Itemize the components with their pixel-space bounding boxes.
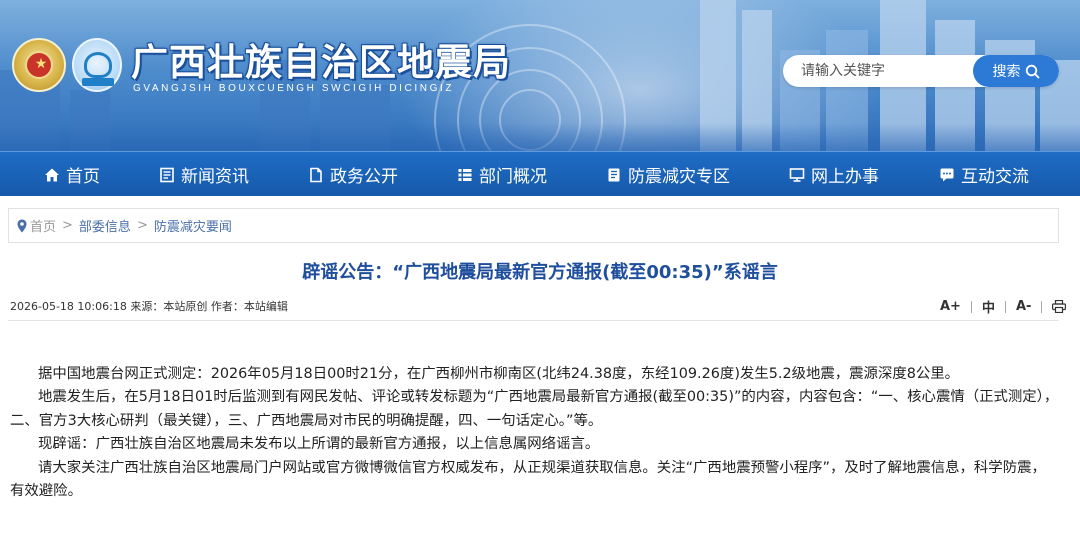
home-icon bbox=[45, 168, 59, 181]
nav-item-label: 政务公开 bbox=[330, 167, 398, 187]
search-button-label: 搜索 bbox=[992, 64, 1021, 80]
header-banner: ★ 广西壮族自治区地震局 GVANGJSIH BOUXCUENGH SWCIGI… bbox=[0, 0, 1080, 151]
nav-item-government-affairs[interactable]: 政务公开 bbox=[308, 152, 398, 197]
nav-item-department-overview[interactable]: 部门概况 bbox=[457, 152, 547, 197]
location-pin-icon bbox=[17, 219, 27, 232]
nav-item-home[interactable]: 首页 bbox=[44, 152, 100, 197]
banner-bottom-band bbox=[0, 123, 1080, 151]
nav-item-label: 互动交流 bbox=[961, 167, 1029, 187]
breadcrumb-link-ministry-info[interactable]: 部委信息 bbox=[79, 216, 131, 235]
nav-item-label: 新闻资讯 bbox=[181, 167, 249, 187]
nav-item-news[interactable]: 新闻资讯 bbox=[159, 152, 249, 197]
article-tools: A+ 中 A- bbox=[940, 297, 1067, 316]
breadcrumb: 首页 > 部委信息 > 防震减灾要闻 bbox=[8, 208, 1059, 243]
chat-icon bbox=[940, 168, 954, 181]
breadcrumb-separator: > bbox=[62, 218, 73, 233]
print-icon[interactable] bbox=[1052, 300, 1067, 313]
font-medium-button[interactable]: 中 bbox=[982, 297, 995, 316]
article-paragraph: 地震发生后，在5月18日01时后监测到有网民发帖、评论或转发标题为“广西地震局最… bbox=[10, 389, 1059, 429]
monitor-icon bbox=[789, 167, 805, 182]
book-icon bbox=[608, 168, 620, 181]
earthquake-bureau-logo-icon bbox=[72, 38, 122, 92]
tool-divider bbox=[1004, 300, 1006, 313]
nav-item-online-services[interactable]: 网上办事 bbox=[789, 152, 879, 197]
article-paragraph: 据中国地震台网正式测定：2026年05月18日00时21分，在广西柳州市柳南区(… bbox=[38, 366, 960, 382]
search-icon bbox=[1025, 64, 1039, 78]
list-icon bbox=[458, 168, 472, 181]
search-box: 搜索 bbox=[783, 55, 1059, 87]
document-icon bbox=[310, 167, 322, 182]
nav-item-label: 部门概况 bbox=[479, 167, 547, 187]
meta-divider bbox=[8, 320, 1059, 321]
breadcrumb-link-disaster-news[interactable]: 防震减灾要闻 bbox=[154, 216, 232, 235]
breadcrumb-home-link[interactable]: 首页 bbox=[30, 216, 56, 235]
national-emblem-icon: ★ bbox=[12, 38, 66, 92]
article-paragraph: 现辟谣：广西壮族自治区地震局未发布以上所谓的最新官方通报，以上信息属网络谣言。 bbox=[38, 436, 600, 453]
nav-item-label: 防震减灾专区 bbox=[628, 167, 730, 187]
tool-divider bbox=[1041, 300, 1043, 313]
article-paragraph: 请大家关注广西壮族自治区地震局门户网站或官方微博微信官方权威发布，从正规渠道获取… bbox=[10, 459, 1046, 500]
breadcrumb-separator: > bbox=[136, 218, 148, 233]
search-button[interactable]: 搜索 bbox=[973, 55, 1059, 87]
article-meta: 2026-05-18 10:06:18 来源：本站原创 作者：本站编辑 bbox=[10, 300, 288, 313]
font-larger-button[interactable]: A+ bbox=[940, 299, 961, 314]
main-nav: 首页 新闻资讯 政务公开 部门概况 防震减灾专区 网上办事 互动交流 bbox=[0, 151, 1080, 196]
site-title: 广西壮族自治区地震局 bbox=[131, 41, 511, 84]
article-title: 辟谣公告：“广西地震局最新官方通报(截至00:35)”系谣言 bbox=[302, 262, 778, 283]
tool-divider bbox=[970, 300, 972, 313]
article-body: 据中国地震台网正式测定：2026年05月18日00时21分，在广西柳州市柳南区(… bbox=[10, 363, 1060, 503]
nav-item-label: 网上办事 bbox=[811, 167, 879, 187]
nav-item-disaster-prevention[interactable]: 防震减灾专区 bbox=[606, 152, 730, 197]
font-smaller-button[interactable]: A- bbox=[1016, 299, 1031, 314]
search-input[interactable] bbox=[783, 55, 973, 87]
site-subtitle: GVANGJSIH BOUXCUENGH SWCIGIH DICINGIZ bbox=[133, 83, 455, 94]
nav-item-interaction[interactable]: 互动交流 bbox=[939, 152, 1029, 197]
nav-item-label: 首页 bbox=[66, 167, 100, 187]
news-icon bbox=[160, 167, 174, 182]
